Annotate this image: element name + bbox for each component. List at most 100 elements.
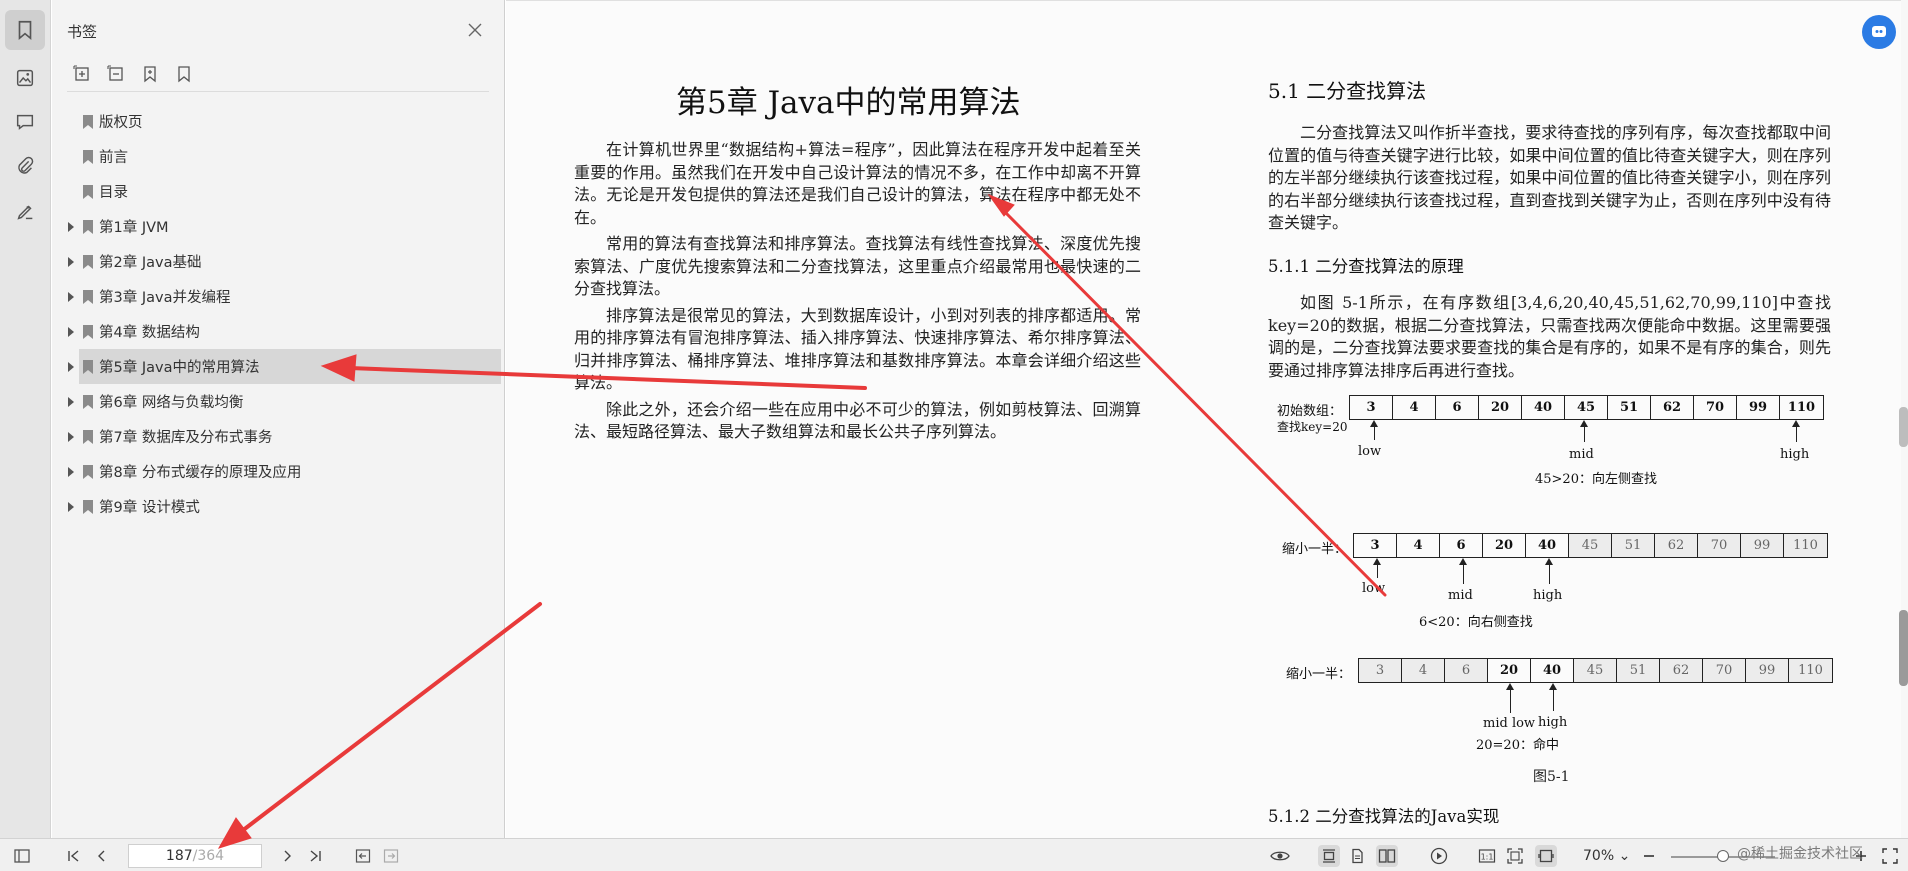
page-number-input[interactable]: 187/364 [128,844,262,868]
continuous-page-icon [1323,849,1335,863]
bookmark-item[interactable]: 第2章 Java基础 [52,244,505,279]
eye-care-mode-button[interactable] [1269,845,1291,867]
array-cell: 6 [1440,534,1483,557]
bookmark-icon [82,324,94,340]
first-page-button[interactable] [63,845,85,867]
fit-width-icon [1538,849,1554,863]
expand-arrow-icon[interactable] [66,431,76,443]
scrollbar-thumb[interactable] [1899,610,1908,686]
bookmark-item[interactable]: 版权页 [52,104,505,139]
array-cell: 99 [1741,534,1784,557]
remove-bookmark-button[interactable] [172,62,196,86]
comment-panel-button[interactable] [5,102,45,142]
bookmark-item[interactable]: 第5章 Java中的常用算法 [52,349,505,384]
forward-view-button[interactable] [380,845,402,867]
bookmark-item[interactable]: 第3章 Java并发编程 [52,279,505,314]
bookmark-label: 第4章 数据结构 [99,325,200,341]
expand-arrow-icon[interactable] [66,256,76,268]
pdf-page-spread: 第5章 Java中的常用算法 在计算机世界里“数据结构+算法=程序”，因此算法在… [506,0,1901,838]
fit-width-button[interactable] [1535,845,1557,867]
zoom-value: 70% [1583,848,1615,864]
pointer-line [1549,564,1550,584]
close-icon [468,23,482,37]
bookmark-item[interactable]: 第4章 数据结构 [52,314,505,349]
bookmark-item[interactable]: 第9章 设计模式 [52,489,505,524]
actual-size-icon: 1:1 [1478,849,1496,863]
signature-panel-button[interactable] [5,192,45,232]
expand-arrow-icon[interactable] [66,396,76,408]
bookmark-item[interactable]: 目录 [52,174,505,209]
expand-arrow-icon[interactable] [66,501,76,513]
collapse-all-button[interactable] [104,62,128,86]
zoom-out-button[interactable] [1638,845,1660,867]
play-slideshow-button[interactable] [1428,845,1450,867]
array-cell: 20 [1488,659,1531,682]
assistant-badge[interactable] [1862,15,1896,49]
row-label: 缩小一半： [1282,542,1348,557]
expand-arrow-icon[interactable] [66,466,76,478]
single-page-button[interactable] [1346,845,1368,867]
back-view-button[interactable] [352,845,374,867]
bookmark-label: 前言 [99,150,128,166]
bookmark-panel: 书签 版权页 前言 目录 第1章 JVM 第2章 Java基础 第3章 Java并发编程第… [52,0,505,838]
mid-pointer-label: mid [1448,588,1473,603]
array-cell: 4 [1402,659,1445,682]
intro-paragraph: 在计算机世界里“数据结构+算法=程序”，因此算法在程序开发中起着至关重要的作用。… [574,140,1141,227]
figure-caption: 图5-1 [1533,769,1570,785]
subsection-title: 5.1.2 二分查找算法的Java实现 [1268,807,1500,826]
expand-all-button[interactable] [70,62,94,86]
chevron-right-icon [284,850,291,862]
expand-arrow-icon[interactable] [66,291,76,303]
array-cell: 40 [1531,659,1574,682]
pointer-line [1584,426,1585,442]
add-bookmark-button[interactable] [138,62,162,86]
bookmark-panel-button[interactable] [5,10,45,50]
last-page-button[interactable] [304,845,326,867]
comment-icon [16,114,34,130]
array-cell: 99 [1746,659,1789,682]
play-icon [1430,847,1448,865]
bookmark-item[interactable]: 第8章 分布式缓存的原理及应用 [52,454,505,489]
bookmark-icon [82,114,94,130]
next-page-button[interactable] [276,845,298,867]
bookmark-label: 第1章 JVM [99,220,169,236]
array-cell: 62 [1651,396,1694,419]
document-view: 第5章 Java中的常用算法 在计算机世界里“数据结构+算法=程序”，因此算法在… [506,0,1908,838]
expand-arrow-icon[interactable] [66,326,76,338]
attachment-panel-button[interactable] [5,146,45,186]
section-paragraph: 二分查找算法又叫作折半查找，要求待查找的序列有序，每次查找都取中间位置的值与待查… [1268,123,1831,232]
row-label: 初始数组： [1277,404,1343,419]
array-cell: 45 [1569,534,1612,557]
thumbnail-panel-button[interactable] [5,58,45,98]
close-panel-button[interactable] [464,19,486,41]
fullscreen-button[interactable] [1879,845,1901,867]
zoom-level-select[interactable]: 70% ⌄ [1583,848,1630,864]
fit-page-button[interactable] [1504,845,1526,867]
bookmark-item[interactable]: 前言 [52,139,505,174]
bookmark-icon [82,359,94,375]
bookmark-icon [82,394,94,410]
bookmark-label: 第2章 Java基础 [99,255,202,271]
toggle-sidebar-button[interactable] [11,845,33,867]
intro-paragraph: 除此之外，还会介绍一些在应用中必不可少的算法，例如剪枝算法、回溯算法、最短路径算… [574,399,1141,442]
array-cell: 20 [1483,534,1526,557]
continuous-view-button[interactable] [1318,845,1340,867]
array-cell: 20 [1479,396,1522,419]
array-cell: 3 [1350,396,1393,419]
bookmark-item[interactable]: 第6章 网络与负载均衡 [52,384,505,419]
actual-size-button[interactable]: 1:1 [1476,845,1498,867]
previous-page-button[interactable] [91,845,113,867]
array-cell: 3 [1354,534,1397,557]
expand-arrow-icon[interactable] [66,221,76,233]
zoom-slider-knob[interactable] [1717,850,1729,862]
bookmark-item[interactable]: 第7章 数据库及分布式事务 [52,419,505,454]
scrollbar-handle[interactable] [1899,407,1908,447]
array-cell: 62 [1655,534,1698,557]
search-key-label: 查找key=20 [1277,420,1348,434]
array-cell: 62 [1660,659,1703,682]
expand-arrow-icon[interactable] [66,361,76,373]
bookmark-item[interactable]: 第1章 JVM [52,209,505,244]
high-pointer-label: high [1780,447,1810,462]
mid-low-pointer-label: mid low [1483,716,1536,731]
two-page-button[interactable] [1376,845,1398,867]
